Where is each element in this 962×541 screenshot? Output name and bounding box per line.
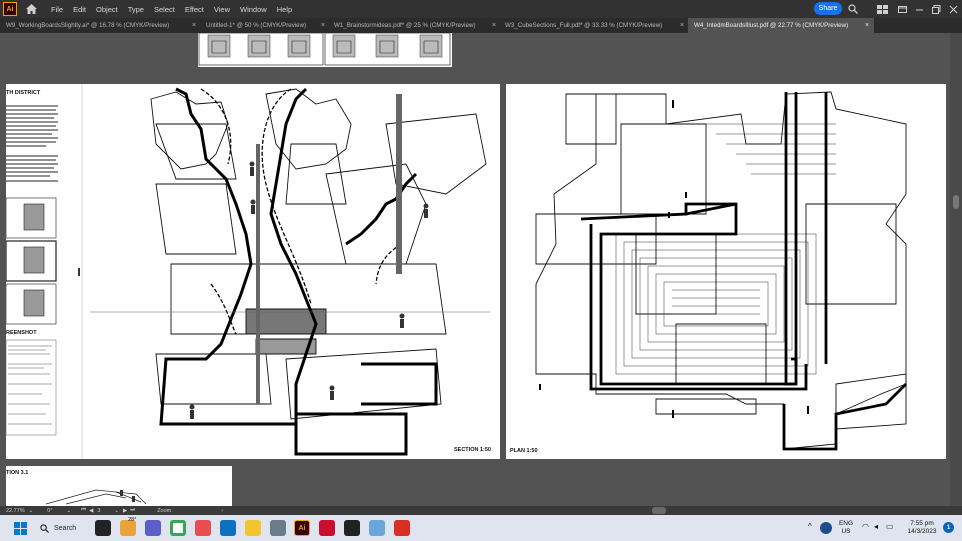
tab-close-icon[interactable]: × (321, 18, 325, 33)
search-icon[interactable] (847, 3, 859, 15)
tab-close-icon[interactable]: × (865, 18, 869, 33)
tab-w9[interactable]: W9_WorkingBoardsSlightly.ai* @ 16.78 % (… (0, 18, 190, 33)
artboard-plan[interactable]: PLAN 1:50 (506, 84, 946, 459)
tab-untitled[interactable]: Untitled-1* @ 50 % (CMYK/Preview) (200, 18, 320, 33)
next-artboard-icon[interactable]: ▶ (123, 508, 127, 514)
volume-icon[interactable]: ◂ (874, 523, 878, 531)
vertical-scrollbar[interactable] (950, 33, 962, 506)
canvas[interactable]: TH DISTRICT REENSHOT SECTION 1:50 PLAN 1… (0, 33, 962, 506)
tab-w3[interactable]: W3_CubeSections_Full.pdf* @ 33.33 % (CMY… (499, 18, 679, 33)
status-menu-icon[interactable]: › (221, 508, 223, 514)
acrobat-icon[interactable] (394, 520, 410, 536)
artboard-bottom[interactable]: TION 3.1 (6, 466, 232, 506)
menu-window[interactable]: Window (240, 5, 267, 14)
taskbar-search-label: Search (54, 524, 77, 532)
settings-icon[interactable] (270, 520, 286, 536)
illustrator-logo: Ai (3, 2, 17, 16)
menu-effect[interactable]: Effect (185, 5, 204, 14)
screenshot-heading: REENSHOT (6, 330, 37, 336)
tab-w1[interactable]: W1_Brainstormideas.pdf* @ 25 % (CMYK/Pre… (328, 18, 490, 33)
weather-temp: 28° (128, 517, 137, 523)
taskbar-search-icon (40, 523, 49, 533)
vscode-icon[interactable] (220, 520, 236, 536)
share-button[interactable]: Share (814, 2, 842, 15)
app-red-2-icon[interactable] (319, 520, 335, 536)
menu-edit[interactable]: Edit (73, 5, 86, 14)
teams-icon[interactable] (145, 520, 161, 536)
rotation-value[interactable]: 0° (47, 508, 52, 514)
zoom-dropdown-icon[interactable]: ⌄ (29, 508, 34, 514)
wifi-icon[interactable]: ◠ (862, 523, 869, 531)
tab-close-icon[interactable]: × (192, 18, 196, 33)
last-artboard-icon[interactable]: ⏭ (130, 507, 135, 514)
plan-scale-label: PLAN 1:50 (510, 448, 538, 454)
tray-chevron-icon[interactable]: ^ (808, 523, 812, 531)
tray-app-icon[interactable] (820, 522, 832, 534)
artboard-top-thumbnails[interactable] (198, 33, 452, 67)
tab-close-icon[interactable]: × (680, 18, 684, 33)
clock-date: 14/3/2023 (907, 528, 937, 535)
menu-help[interactable]: Help (277, 5, 292, 14)
previous-artboard-icon[interactable]: ◀ (89, 508, 93, 514)
taskbar-search[interactable]: Search (40, 521, 84, 535)
menu-object[interactable]: Object (96, 5, 118, 14)
photos-icon[interactable] (369, 520, 385, 536)
section-scale-label: SECTION 1:50 (454, 447, 491, 453)
workspace-icon[interactable] (876, 3, 888, 15)
status-bar: 22.77% ⌄ 0° ⌄ ⏮ ◀ 3 ⌄ ▶ ⏭ Zoom › (0, 506, 962, 515)
tab-close-icon[interactable]: × (492, 18, 496, 33)
tab-w4-active[interactable]: W4_IntedmBoardsIllust.pdf @ 22.77 % (CMY… (688, 18, 874, 33)
first-artboard-icon[interactable]: ⏮ (81, 507, 86, 514)
window-minimize-icon[interactable] (913, 3, 925, 15)
current-tool-label: Zoom (157, 507, 172, 514)
minimize-icon[interactable] (896, 3, 908, 15)
home-icon[interactable] (25, 3, 37, 15)
menu-bar: Ai File Edit Object Type Select Effect V… (0, 0, 962, 18)
menu-type[interactable]: Type (128, 5, 144, 14)
clock-time: 7:55 pm (910, 520, 934, 527)
horizontal-scrollbar-thumb[interactable] (652, 507, 666, 514)
app-dark-icon[interactable] (344, 520, 360, 536)
app-red-icon[interactable] (195, 520, 211, 536)
menu-select[interactable]: Select (154, 5, 175, 14)
artboard-dropdown-icon[interactable]: ⌄ (114, 508, 119, 514)
document-tab-bar: W9_WorkingBoardsSlightly.ai* @ 16.78 % (… (0, 18, 962, 33)
zoom-level[interactable]: 22.77% (6, 508, 25, 514)
task-view-icon[interactable] (95, 520, 111, 536)
window-restore-icon[interactable] (930, 3, 942, 15)
vertical-scrollbar-thumb[interactable] (953, 195, 959, 209)
battery-icon[interactable]: ▭ (886, 523, 894, 531)
artboard-section[interactable]: TH DISTRICT REENSHOT SECTION 1:50 (6, 84, 500, 459)
artboard-number[interactable]: 3 (97, 508, 100, 514)
menu-view[interactable]: View (214, 5, 230, 14)
notification-badge[interactable]: 1 (943, 522, 954, 533)
language-indicator[interactable]: ENG US (836, 520, 856, 536)
language-code: ENG (838, 520, 854, 527)
window-close-icon[interactable] (947, 3, 959, 15)
clock[interactable]: 7:55 pm 14/3/2023 (904, 520, 940, 536)
windows-taskbar: Search 28° Ai ^ ENG US ◠ ◂ ▭ 7:55 pm 14/… (0, 515, 962, 541)
rotation-dropdown-icon[interactable]: ⌄ (67, 508, 72, 514)
menu-file[interactable]: File (51, 5, 63, 14)
file-explorer-icon[interactable] (245, 520, 261, 536)
chrome-icon[interactable] (170, 520, 186, 536)
windows-start-icon[interactable] (12, 520, 28, 536)
region-code: US (841, 528, 851, 535)
illustrator-taskbar-icon[interactable]: Ai (294, 520, 310, 536)
